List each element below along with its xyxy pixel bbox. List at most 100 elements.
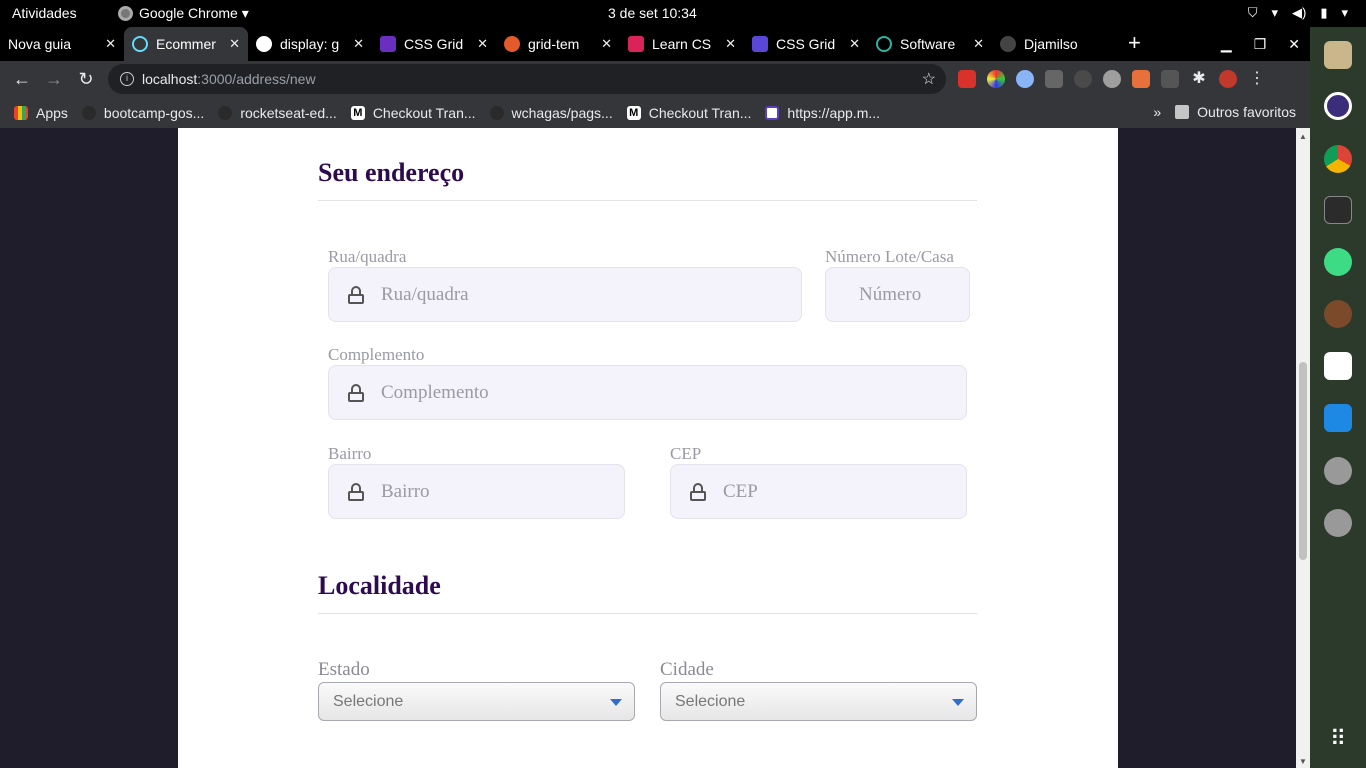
scroll-down-icon[interactable]: ▼ <box>1299 757 1307 766</box>
shield-icon: ⛉ <box>1247 5 1258 20</box>
lock-icon <box>347 482 365 501</box>
terminal-icon[interactable] <box>1324 196 1352 224</box>
back-button[interactable]: ← <box>6 69 38 90</box>
extension-icon[interactable] <box>1074 70 1092 88</box>
forward-button[interactable]: → <box>38 69 70 90</box>
extension-icon[interactable] <box>1045 70 1063 88</box>
tab[interactable]: CSS Grid ✕ <box>744 27 868 61</box>
bookmark-label: Checkout Tran... <box>648 104 752 121</box>
vscode-icon[interactable] <box>1324 404 1352 432</box>
tab[interactable]: Djamilso <box>992 27 1116 61</box>
scrollbar-thumb[interactable] <box>1299 362 1307 560</box>
system-tray[interactable]: ⛉ ▾ ◀) ▮ ▾ <box>1248 5 1348 21</box>
complement-input[interactable]: Complemento <box>328 365 967 420</box>
app-menu[interactable]: Google Chrome ▾ <box>118 5 249 22</box>
extension-icon[interactable] <box>1132 70 1150 88</box>
chevron-down-icon <box>952 699 964 706</box>
other-bookmarks-folder[interactable]: Outros favoritos <box>1175 104 1296 120</box>
info-icon[interactable]: i <box>120 72 134 86</box>
bookmark-label: Apps <box>36 104 68 121</box>
cep-label: CEP <box>670 444 702 463</box>
bookmarks-overflow-button[interactable]: » <box>1153 104 1161 120</box>
bookmark-item[interactable]: M Checkout Tran... <box>350 105 476 121</box>
wifi-icon: ▾ <box>1271 5 1278 20</box>
activities-button[interactable]: Atividades <box>12 5 77 21</box>
close-icon[interactable]: ✕ <box>229 36 240 52</box>
tab[interactable]: Nova guia ✕ <box>0 27 124 61</box>
close-icon[interactable]: ✕ <box>477 36 488 52</box>
scroll-up-icon[interactable]: ▲ <box>1299 132 1307 141</box>
city-label: Cidade <box>660 659 714 680</box>
menu-icon[interactable]: ⋮ <box>1248 70 1266 88</box>
react-icon <box>132 36 148 52</box>
tab-active[interactable]: Ecommer ✕ <box>124 27 248 61</box>
files-icon[interactable] <box>1324 41 1352 69</box>
extension-icon[interactable] <box>1103 70 1121 88</box>
avatar[interactable] <box>1219 70 1237 88</box>
close-icon[interactable]: ✕ <box>105 36 116 52</box>
bookmark-label: rocketseat-ed... <box>240 104 337 121</box>
battery-icon: ▮ <box>1320 5 1328 20</box>
color-picker-icon[interactable] <box>987 70 1005 88</box>
state-label: Estado <box>318 659 370 680</box>
tab[interactable]: display: g ✕ <box>248 27 372 61</box>
tab[interactable]: Learn CS ✕ <box>620 27 744 61</box>
shield-icon <box>380 36 396 52</box>
district-input[interactable]: Bairro <box>328 464 625 519</box>
close-icon[interactable]: ✕ <box>725 36 736 52</box>
street-label: Rua/quadra <box>328 247 407 266</box>
bookmark-star-icon[interactable]: ☆ <box>922 69 936 89</box>
bookmark-apps[interactable]: Apps <box>14 105 68 121</box>
state-select[interactable]: Selecione <box>318 682 635 721</box>
android-studio-icon[interactable] <box>1324 248 1352 276</box>
app-icon[interactable] <box>1324 92 1352 120</box>
address-bar[interactable]: i localhost:3000/address/new ☆ <box>108 64 946 94</box>
bookmark-label: https://app.m... <box>787 104 881 121</box>
district-placeholder: Bairro <box>381 480 430 502</box>
city-select[interactable]: Selecione <box>660 682 977 721</box>
bookmark-item[interactable]: https://app.m... <box>765 105 880 121</box>
close-icon[interactable]: ✕ <box>601 36 612 52</box>
medium-icon: M <box>350 105 365 120</box>
close-icon[interactable]: ✕ <box>973 36 984 52</box>
bookmark-item[interactable]: wchagas/pags... <box>489 105 613 121</box>
page-scrollbar[interactable]: ▲ ▼ <box>1296 128 1310 768</box>
minimize-icon[interactable]: ▁ <box>1221 36 1232 53</box>
tab[interactable]: CSS Grid ✕ <box>372 27 496 61</box>
cep-input[interactable]: CEP <box>670 464 967 519</box>
bookmark-item[interactable]: rocketseat-ed... <box>218 105 337 121</box>
bookmark-item[interactable]: bootcamp-gos... <box>81 105 204 121</box>
close-icon[interactable]: ✕ <box>1288 36 1300 53</box>
text-editor-icon[interactable] <box>1324 352 1352 380</box>
folder-label: Outros favoritos <box>1197 104 1296 120</box>
tab-title: CSS Grid <box>404 36 464 52</box>
bookmark-item[interactable]: M Checkout Tran... <box>626 104 752 121</box>
extension-icon[interactable] <box>1161 70 1179 88</box>
close-icon[interactable]: ✕ <box>849 36 860 52</box>
volume-icon: ◀) <box>1291 5 1307 20</box>
extension-icon[interactable] <box>1016 70 1034 88</box>
app-icon[interactable] <box>1324 300 1352 328</box>
close-icon[interactable]: ✕ <box>353 36 364 52</box>
disk-icon[interactable] <box>1324 457 1352 485</box>
lock-icon <box>347 383 365 402</box>
divider <box>318 200 977 201</box>
restore-icon[interactable]: ❐ <box>1254 36 1267 53</box>
clock[interactable]: 3 de set 10:34 <box>608 5 697 21</box>
extension-icon[interactable] <box>958 70 976 88</box>
eye-icon <box>876 36 892 52</box>
site-icon <box>504 36 520 52</box>
street-input[interactable]: Rua/quadra <box>328 267 802 322</box>
chrome-icon[interactable] <box>1324 145 1352 173</box>
tab[interactable]: grid-tem ✕ <box>496 27 620 61</box>
puzzle-icon[interactable]: ✱ <box>1190 70 1208 88</box>
url-host: localhost <box>142 71 198 87</box>
tab[interactable]: Software ✕ <box>868 27 992 61</box>
disk-icon[interactable] <box>1324 509 1352 537</box>
show-apps-icon[interactable]: ⠿ <box>1324 725 1352 753</box>
number-input[interactable]: Número <box>825 267 970 322</box>
new-tab-button[interactable]: + <box>1116 27 1153 61</box>
reload-button[interactable]: ↻ <box>70 69 102 90</box>
section-title-locality: Localidade <box>318 571 441 600</box>
page-viewport: Seu endereço Rua/quadra Rua/quadra Númer… <box>0 128 1296 768</box>
